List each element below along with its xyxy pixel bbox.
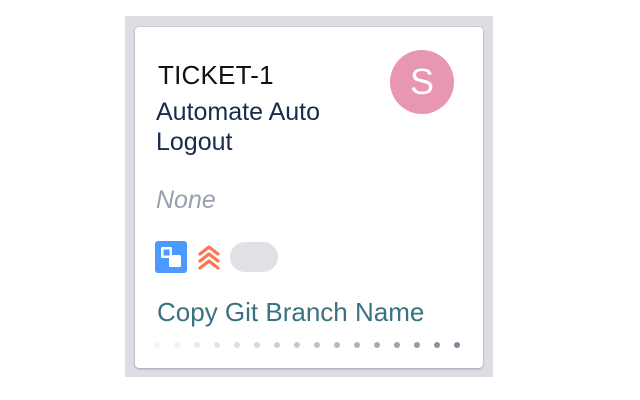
dot xyxy=(354,342,360,348)
issue-summary: Automate Auto Logout xyxy=(156,98,321,156)
dot xyxy=(194,342,200,348)
progress-dots xyxy=(154,342,460,348)
dot xyxy=(154,342,160,348)
assignee-initial: S xyxy=(409,61,434,102)
assignee-avatar[interactable]: S xyxy=(390,50,454,114)
epic-value: None xyxy=(156,186,216,214)
subtask-icon xyxy=(155,241,187,273)
dot xyxy=(434,342,440,348)
dot xyxy=(314,342,320,348)
ticket-key[interactable]: TICKET-1 xyxy=(158,60,274,90)
highest-priority-icon xyxy=(198,245,220,270)
dot xyxy=(174,342,180,348)
board-canvas: TICKET-1 Automate Auto Logout S None Cop… xyxy=(0,0,640,400)
dot xyxy=(294,342,300,348)
issue-card[interactable]: TICKET-1 Automate Auto Logout S None Cop… xyxy=(135,27,483,368)
dot xyxy=(334,342,340,348)
dot xyxy=(394,342,400,348)
copy-git-branch-name-link[interactable]: Copy Git Branch Name xyxy=(157,297,424,327)
dot xyxy=(454,342,460,348)
dot xyxy=(374,342,380,348)
estimate-badge[interactable] xyxy=(230,242,278,272)
dot xyxy=(274,342,280,348)
dot xyxy=(414,342,420,348)
dot xyxy=(254,342,260,348)
dot xyxy=(214,342,220,348)
dot xyxy=(234,342,240,348)
card-meta-row xyxy=(155,241,278,273)
